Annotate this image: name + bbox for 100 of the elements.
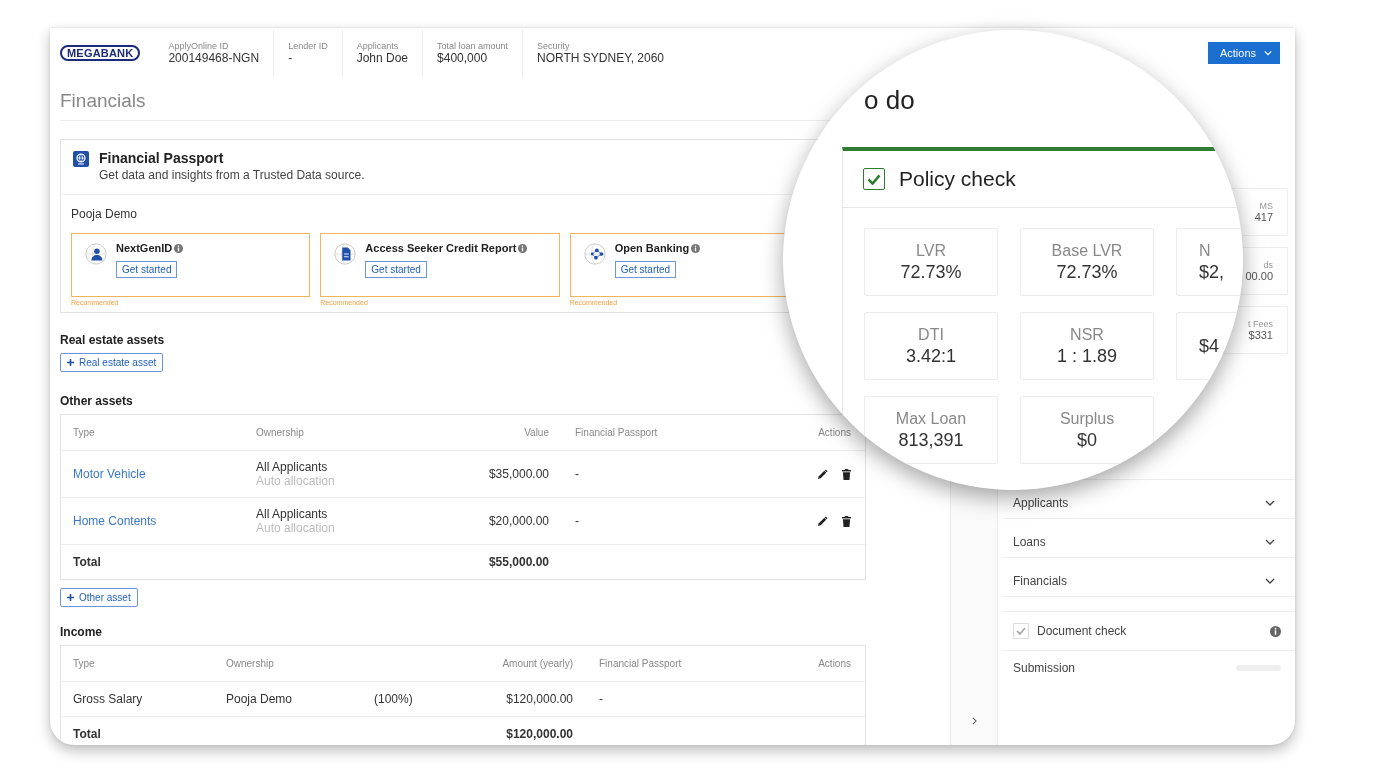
metric-label: Base LVR bbox=[1051, 241, 1123, 260]
metric-value: $4 bbox=[1199, 335, 1220, 357]
metric-value: 813,391 bbox=[898, 429, 964, 451]
info-icon bbox=[518, 243, 528, 253]
get-started-button[interactable]: Get started bbox=[614, 261, 677, 278]
section-heading: Other assets bbox=[60, 394, 134, 408]
summary-value: $331 bbox=[1248, 329, 1273, 341]
table-cell-text: Auto allocation bbox=[256, 521, 336, 535]
add-other-asset-button[interactable]: Other asset bbox=[60, 588, 138, 607]
delete-icon[interactable] bbox=[842, 515, 851, 527]
section-heading: Real estate assets bbox=[60, 333, 166, 347]
metric-label: DTI bbox=[918, 325, 944, 344]
column-header: Type bbox=[73, 658, 96, 669]
edit-icon[interactable] bbox=[817, 515, 828, 527]
column-header: Actions bbox=[817, 658, 851, 669]
summary-label: ds bbox=[1263, 260, 1273, 270]
table-cell-text: (100%) bbox=[374, 692, 414, 706]
metric-label: N bbox=[1199, 241, 1211, 260]
summary-label: MS bbox=[1259, 201, 1273, 211]
column-header: Value bbox=[523, 427, 549, 438]
applicant-name: Pooja Demo bbox=[71, 207, 139, 221]
field-label: Applicants bbox=[356, 41, 400, 51]
total-label: Total bbox=[73, 555, 102, 569]
accordion-title[interactable]: Applicants bbox=[1013, 496, 1069, 510]
field-label: Security bbox=[537, 41, 571, 51]
edit-icon[interactable] bbox=[817, 468, 828, 480]
field-value: $400,000 bbox=[437, 51, 489, 65]
column-header: Ownership bbox=[256, 427, 305, 438]
table-cell-text: - bbox=[574, 514, 580, 528]
metric-value: 72.73% bbox=[900, 261, 962, 283]
source-icon bbox=[582, 242, 607, 266]
metric-label: LVR bbox=[916, 241, 946, 260]
metric-value: $0 bbox=[1077, 429, 1097, 451]
column-header: Amount (yearly) bbox=[501, 658, 573, 669]
table-cell-text: All Applicants bbox=[256, 507, 329, 521]
metric-value: 3.42:1 bbox=[905, 345, 956, 367]
source-title: Access Seeker Credit Report bbox=[365, 242, 517, 254]
summary-value: 417 bbox=[1254, 211, 1273, 223]
field-value: NORTH SYDNEY, 2060 bbox=[537, 51, 665, 65]
policy-check-title: Policy check bbox=[899, 167, 1016, 191]
source-icon bbox=[333, 242, 358, 266]
source-icon bbox=[84, 242, 108, 266]
table-cell-text: $20,000.00 bbox=[487, 514, 549, 528]
column-header: Financial Passport bbox=[574, 427, 659, 438]
column-header: Financial Passport bbox=[598, 658, 683, 669]
checkbox[interactable] bbox=[863, 168, 885, 190]
asset-type-link[interactable]: Home Contents bbox=[73, 514, 256, 528]
metric-value: 1 : 1.89 bbox=[1056, 345, 1117, 367]
field-label: Lender ID bbox=[288, 41, 328, 51]
table-cell-text: Gross Salary bbox=[73, 692, 144, 706]
table-cell-text: $35,000.00 bbox=[487, 467, 549, 481]
source-title: Open Banking bbox=[614, 242, 690, 254]
total-value: $120,000.00 bbox=[505, 727, 573, 741]
table-cell-text: $120,000.00 bbox=[505, 692, 573, 706]
table-cell-text: All Applicants bbox=[256, 460, 329, 474]
bank-logo: MEGABANK bbox=[60, 45, 141, 61]
table-cell-text: - bbox=[598, 692, 604, 706]
check-icon bbox=[1016, 627, 1026, 635]
field-value: John Doe bbox=[356, 51, 409, 65]
info-icon bbox=[174, 243, 184, 253]
info-icon bbox=[1270, 625, 1281, 637]
summary-label: t Fees bbox=[1248, 319, 1273, 329]
column-header: Type bbox=[73, 427, 96, 438]
accordion-title[interactable]: Financials bbox=[1013, 574, 1068, 588]
info-icon bbox=[691, 243, 701, 253]
accordion-title[interactable]: Loans bbox=[1013, 535, 1046, 549]
column-header: Actions bbox=[817, 427, 851, 438]
add-real-estate-button[interactable]: Real estate asset bbox=[60, 353, 164, 372]
section-heading: Income bbox=[60, 625, 103, 639]
check-icon bbox=[867, 173, 881, 185]
total-value: $55,000.00 bbox=[487, 555, 549, 569]
passport-title: Financial Passport bbox=[99, 150, 225, 166]
field-value: 200149468-NGN bbox=[168, 51, 260, 65]
metric-value: 72.73% bbox=[1056, 261, 1118, 283]
get-started-button[interactable]: Get started bbox=[365, 261, 427, 278]
field-label: Total loan amount bbox=[437, 41, 509, 51]
field-value: - bbox=[288, 51, 294, 65]
chevron-right-icon[interactable] bbox=[971, 717, 977, 725]
delete-icon[interactable] bbox=[842, 468, 851, 480]
plus-icon bbox=[67, 359, 74, 366]
metric-label: NSR bbox=[1070, 325, 1104, 344]
metric-label: Max Loan bbox=[895, 409, 967, 428]
table-cell-text: - bbox=[574, 467, 580, 481]
passport-subtitle: Get data and insights from a Trusted Data source. bbox=[99, 168, 365, 182]
field-label: ApplyOnline ID bbox=[168, 41, 230, 51]
submission-label: Submission bbox=[1013, 661, 1076, 675]
metric-label: Surplus bbox=[1059, 409, 1115, 428]
asset-type-link[interactable]: Motor Vehicle bbox=[73, 467, 256, 481]
column-header: Ownership bbox=[226, 658, 275, 669]
plus-icon bbox=[67, 594, 74, 601]
document-check-label: Document check bbox=[1037, 624, 1128, 638]
table-cell-text: Pooja Demo bbox=[226, 692, 294, 706]
caret-icon bbox=[1264, 49, 1272, 57]
metric-value: $2, bbox=[1199, 261, 1225, 283]
passport-icon bbox=[73, 151, 89, 167]
get-started-button[interactable]: Get started bbox=[116, 261, 178, 278]
total-label: Total bbox=[73, 727, 102, 741]
actions-button[interactable]: Actions bbox=[1207, 42, 1280, 64]
source-title: NextGenID bbox=[116, 242, 173, 254]
table-cell-text: Auto allocation bbox=[256, 474, 336, 488]
